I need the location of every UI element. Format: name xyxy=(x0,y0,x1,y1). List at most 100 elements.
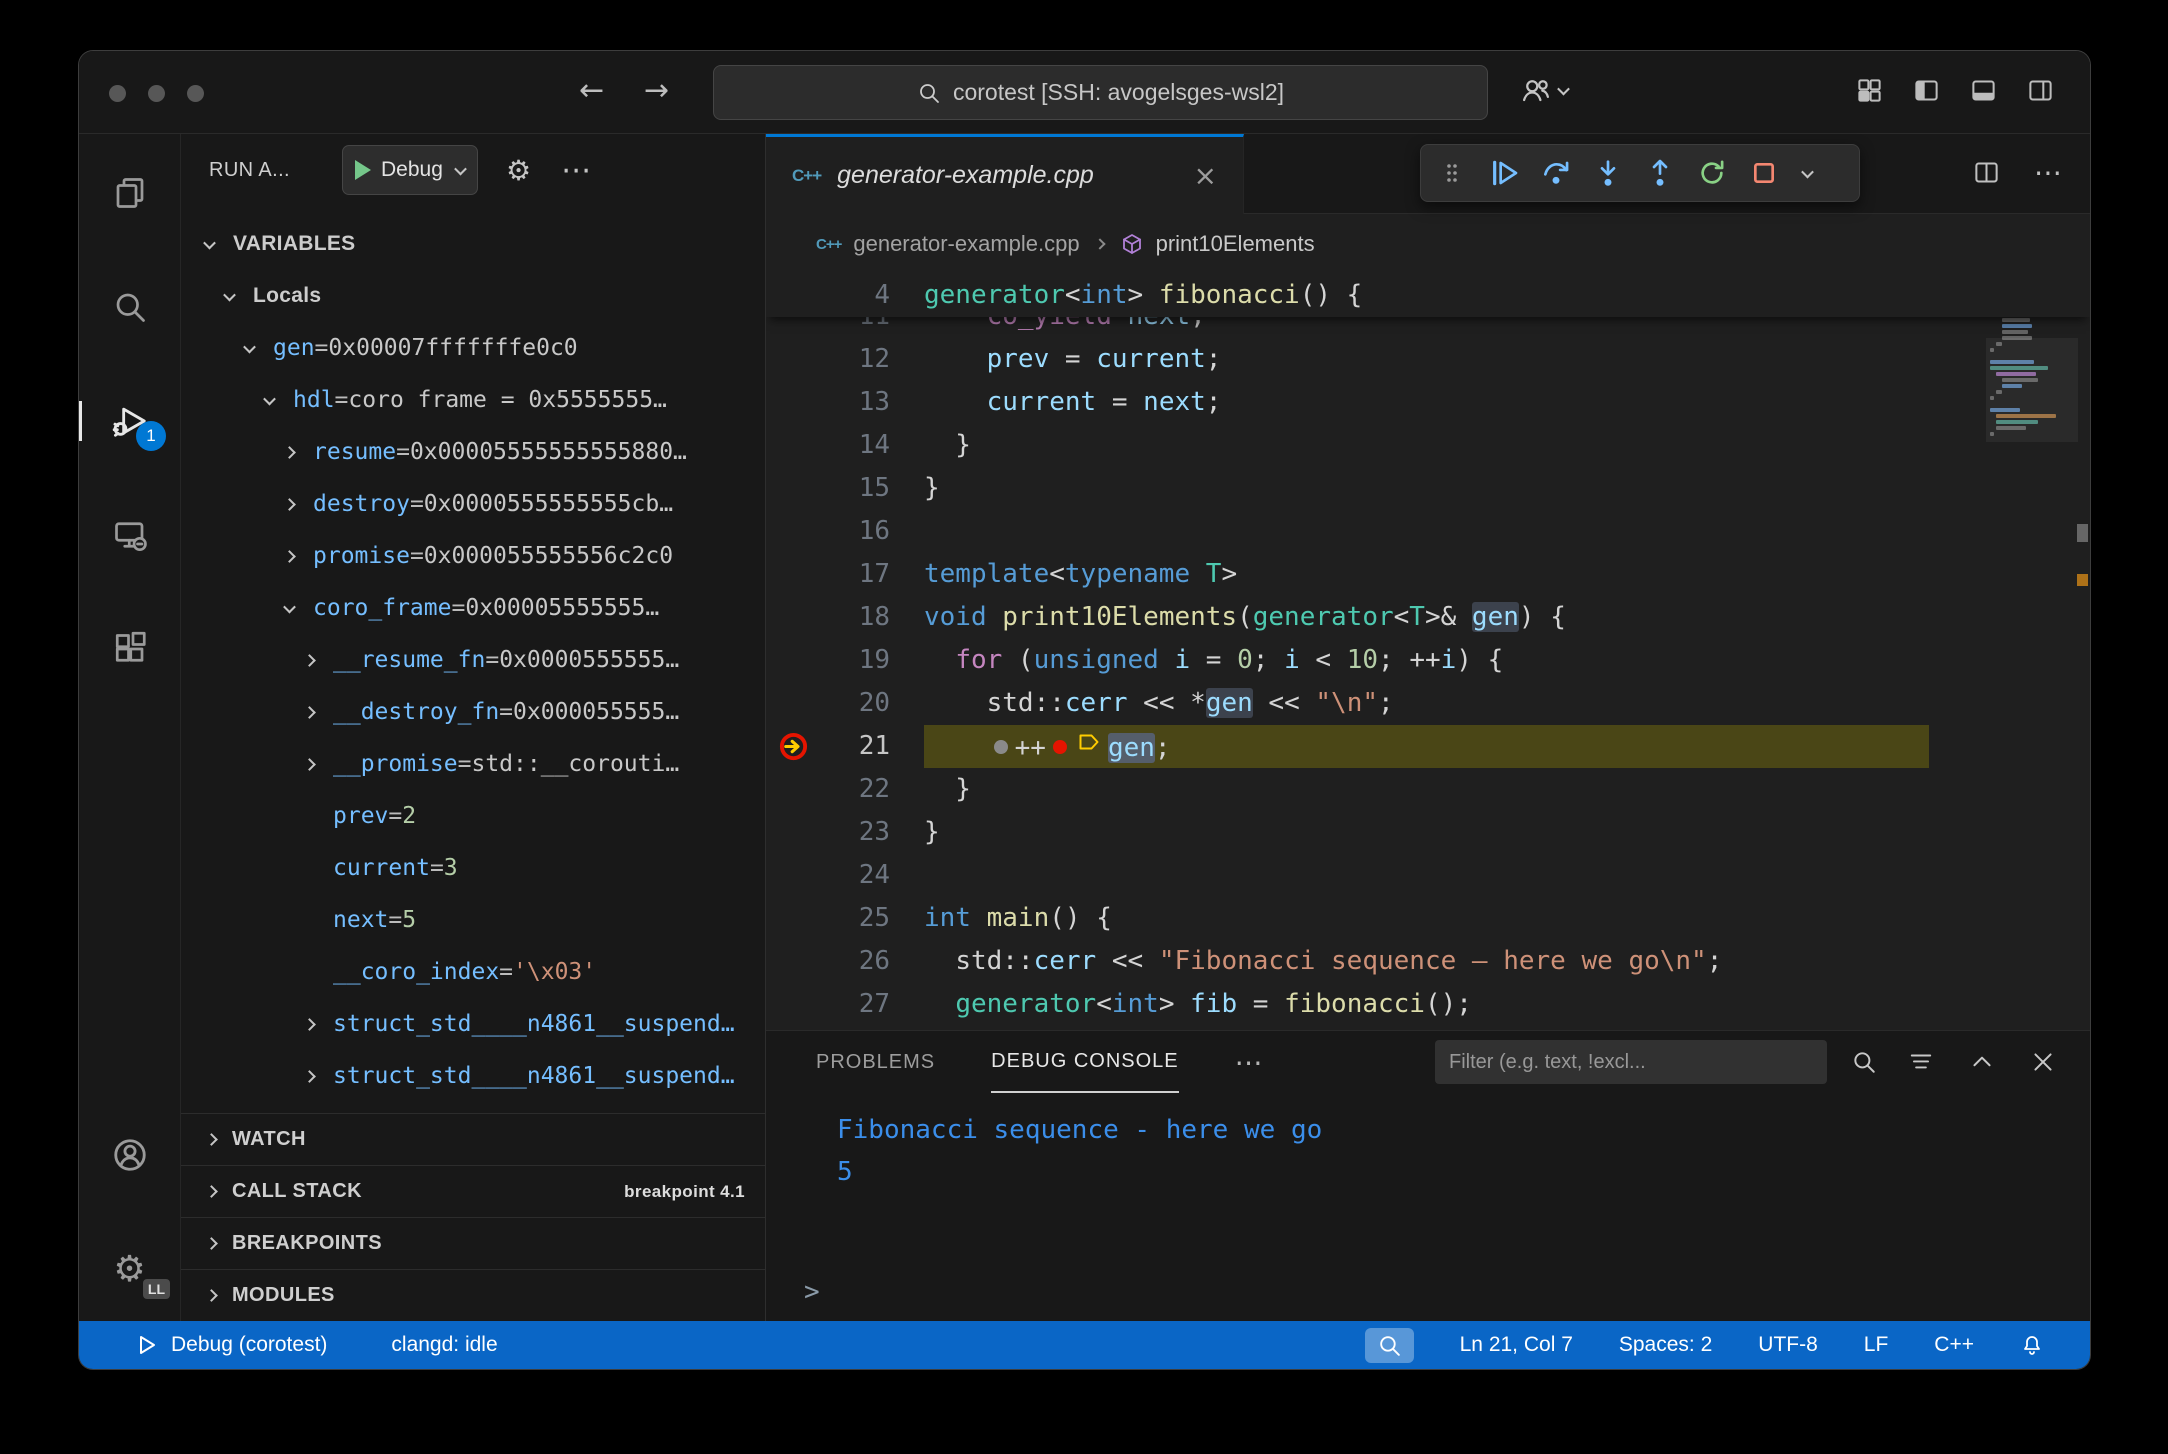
status-line-col[interactable]: Ln 21, Col 7 xyxy=(1460,1333,1573,1357)
line-number[interactable]: 26 xyxy=(766,940,890,983)
minimap-slider[interactable] xyxy=(1986,338,2078,442)
accounts-menu[interactable] xyxy=(1521,75,1568,105)
activity-search[interactable] xyxy=(79,283,180,331)
console-search-button[interactable] xyxy=(1847,1045,1881,1079)
tree-section-row[interactable]: VARIABLES xyxy=(181,218,765,270)
toggle-primary-sidebar-button[interactable] xyxy=(1913,77,1940,104)
code-line[interactable]: 25int main() { xyxy=(766,897,2090,940)
start-debug-icon[interactable] xyxy=(355,160,371,180)
panel-more-actions[interactable]: ⋯ xyxy=(1235,1046,1263,1079)
code-line[interactable]: 27 generator<int> fib = fibonacci(); xyxy=(766,983,2090,1026)
close-panel-button[interactable] xyxy=(2026,1045,2060,1079)
activity-run-debug[interactable]: 1 xyxy=(79,397,180,445)
line-number[interactable]: 24 xyxy=(766,854,890,897)
code-line[interactable]: 20 std::cerr << *gen << "\n"; xyxy=(766,682,2090,725)
continue-button[interactable] xyxy=(1481,150,1527,196)
tab-debug-console[interactable]: DEBUG CONSOLE xyxy=(991,1031,1178,1093)
variable-row[interactable]: __coro_index = '\x03' xyxy=(181,946,765,998)
console-input-prompt[interactable]: > xyxy=(804,1271,820,1313)
activity-remote-explorer[interactable] xyxy=(79,511,180,559)
tab-problems[interactable]: PROBLEMS xyxy=(816,1031,935,1093)
code-line[interactable]: 12 prev = current; xyxy=(766,338,2090,381)
window-minimize-button[interactable] xyxy=(148,85,165,102)
code-line[interactable]: 16 xyxy=(766,510,2090,553)
line-number[interactable]: 23 xyxy=(766,811,890,854)
line-number[interactable]: 17 xyxy=(766,553,890,596)
variable-row[interactable]: __resume_fn = 0x0000555555… xyxy=(181,634,765,686)
step-into-button[interactable] xyxy=(1585,150,1631,196)
line-number[interactable]: 25 xyxy=(766,897,890,940)
step-out-button[interactable] xyxy=(1637,150,1683,196)
toolbar-drag-handle[interactable] xyxy=(1429,150,1475,196)
views-more-actions[interactable]: ⋯ xyxy=(561,153,591,188)
code-line[interactable]: 14 } xyxy=(766,424,2090,467)
clear-console-button[interactable] xyxy=(1904,1045,1938,1079)
line-number[interactable]: 19 xyxy=(766,639,890,682)
debug-settings-gear[interactable]: ⚙ xyxy=(506,154,531,187)
variable-row[interactable]: hdl = coro frame = 0x5555555… xyxy=(181,374,765,426)
code-line[interactable]: 23} xyxy=(766,811,2090,854)
breakpoint-current-icon[interactable] xyxy=(778,731,809,762)
breadcrumb-file[interactable]: generator-example.cpp xyxy=(853,231,1079,257)
code-line[interactable]: 21 ++gen; xyxy=(766,725,2090,768)
code-line[interactable]: 24 xyxy=(766,854,2090,897)
variable-row[interactable]: resume = 0x00005555555555880… xyxy=(181,426,765,478)
variable-row[interactable]: gen = 0x00007fffffffe0c0 xyxy=(181,322,765,374)
status-language[interactable]: C++ xyxy=(1934,1333,1974,1357)
variable-row[interactable]: current = 3 xyxy=(181,842,765,894)
status-encoding[interactable]: UTF-8 xyxy=(1758,1333,1818,1357)
activity-accounts[interactable] xyxy=(79,1131,180,1179)
status-clangd[interactable]: clangd: idle xyxy=(391,1333,497,1357)
line-number[interactable]: 4 xyxy=(766,274,890,317)
line-number[interactable]: 22 xyxy=(766,768,890,811)
line-number[interactable]: 11 xyxy=(766,317,890,338)
window-zoom-button[interactable] xyxy=(187,85,204,102)
restart-button[interactable] xyxy=(1689,150,1735,196)
breadcrumb-symbol[interactable]: print10Elements xyxy=(1156,231,1315,257)
launch-config-dropdown[interactable]: Debug xyxy=(342,145,478,195)
variable-row[interactable]: promise = 0x000055555556c2c0 xyxy=(181,530,765,582)
tree-section-row[interactable]: Locals xyxy=(181,270,765,322)
toggle-panel-button[interactable] xyxy=(1970,77,1997,104)
variable-row[interactable]: prev = 2 xyxy=(181,790,765,842)
console-filter-input[interactable] xyxy=(1435,1040,1827,1084)
line-number[interactable]: 18 xyxy=(766,596,890,639)
customize-layout-button[interactable] xyxy=(1856,77,1883,104)
inline-breakpoint-candidate-icon[interactable] xyxy=(994,740,1008,754)
stop-button[interactable] xyxy=(1741,150,1787,196)
editor-more-actions[interactable]: ⋯ xyxy=(2034,156,2062,189)
toggle-secondary-sidebar-button[interactable] xyxy=(2027,77,2054,104)
split-editor-button[interactable] xyxy=(1973,156,2000,189)
sticky-code-line[interactable]: 4generator<int> fibonacci() { xyxy=(766,274,2090,317)
code-line[interactable]: 22 } xyxy=(766,768,2090,811)
status-debug-session[interactable]: Debug (corotest) xyxy=(135,1333,327,1357)
section-breakpoints[interactable]: BREAKPOINTS xyxy=(181,1217,765,1269)
section-modules[interactable]: MODULES xyxy=(181,1269,765,1321)
variable-row[interactable]: __promise = std::__corouti… xyxy=(181,738,765,790)
variable-row[interactable]: destroy = 0x0000555555555cb… xyxy=(181,478,765,530)
status-indentation[interactable]: Spaces: 2 xyxy=(1619,1333,1712,1357)
close-icon[interactable]: × xyxy=(1194,159,1217,192)
variable-row[interactable]: next = 5 xyxy=(181,894,765,946)
window-close-button[interactable] xyxy=(109,85,126,102)
code-line[interactable]: 11 co_yield next; xyxy=(766,317,2090,338)
activity-explorer[interactable] xyxy=(79,169,180,217)
code-line[interactable]: 15} xyxy=(766,467,2090,510)
code-editor[interactable]: 4generator<int> fibonacci() { 11 co_yiel… xyxy=(766,274,2090,1030)
tab-generator-example[interactable]: C++ generator-example.cpp × xyxy=(766,134,1244,214)
debug-session-dropdown[interactable] xyxy=(1793,150,1821,196)
variable-row[interactable]: coro_frame = 0x00005555555… xyxy=(181,582,765,634)
activity-settings[interactable]: ⚙ LL xyxy=(79,1245,180,1293)
command-center-search[interactable]: corotest [SSH: avogelsges-wsl2] xyxy=(713,65,1488,120)
nav-forward-button[interactable]: → xyxy=(644,73,669,108)
code-line[interactable]: 19 for (unsigned i = 0; i < 10; ++i) { xyxy=(766,639,2090,682)
maximize-panel-button[interactable] xyxy=(1965,1045,1999,1079)
step-over-button[interactable] xyxy=(1533,150,1579,196)
code-line[interactable]: 18void print10Elements(generator<T>& gen… xyxy=(766,596,2090,639)
line-number[interactable]: 20 xyxy=(766,682,890,725)
inline-breakpoint-icon[interactable] xyxy=(1053,740,1067,754)
variable-row[interactable]: struct_std____n4861__suspend… xyxy=(181,1050,765,1102)
line-number[interactable]: 16 xyxy=(766,510,890,553)
section-watch[interactable]: WATCH xyxy=(181,1113,765,1165)
activity-extensions[interactable] xyxy=(79,625,180,673)
